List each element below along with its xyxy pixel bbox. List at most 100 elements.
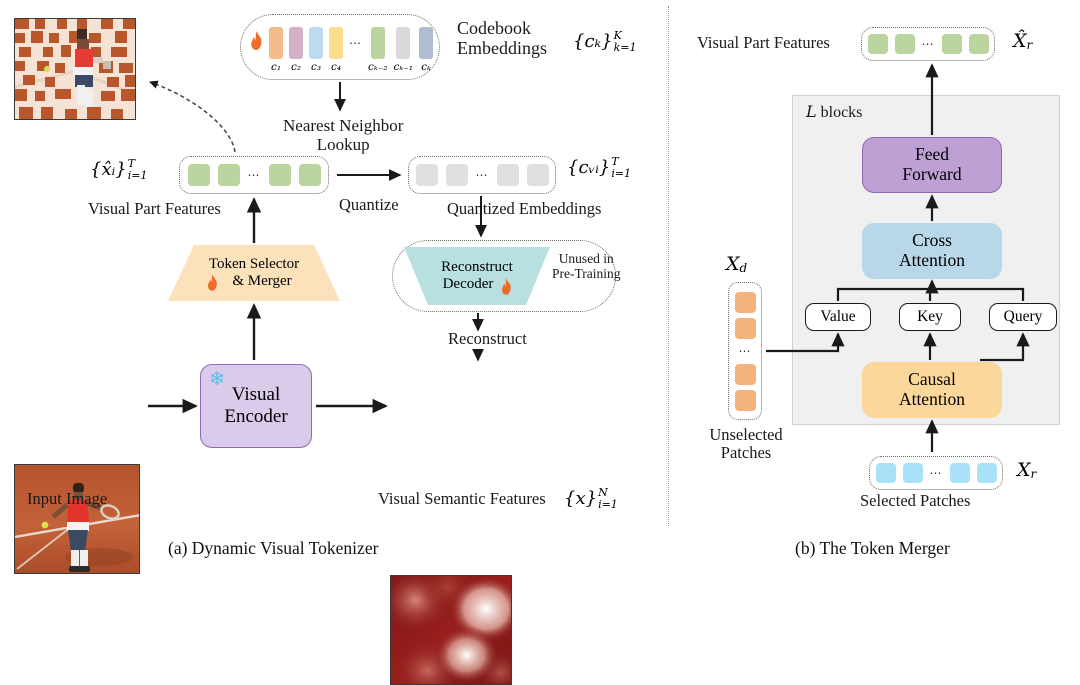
selected-notation-base: X <box>1017 459 1031 481</box>
visual-encoder-line1: Visual <box>231 384 281 406</box>
qe-notation-sub: i=1 <box>611 166 632 180</box>
codebook-chip <box>418 27 433 59</box>
token-selector-line2: & Merger <box>232 273 292 289</box>
reconstruct-note-line1: Unused in <box>558 251 614 266</box>
query-label: Query <box>1003 308 1043 326</box>
codebook-chip <box>396 27 411 59</box>
codebook-notation-sup: K <box>613 29 622 42</box>
codebook-chip-label: c₁ <box>270 61 282 73</box>
codebook-title: Codebook Embeddings <box>457 18 547 58</box>
flame-icon <box>249 31 264 54</box>
output-token <box>867 34 888 54</box>
selected-token <box>949 463 970 483</box>
codebook-embeddings-group: c₁ c₂ c₃ c₄ ⋯ cₖ₋₂ cₖ₋₁ cₖ <box>240 14 440 80</box>
reconstruct-note-line2: Pre-Training <box>552 266 621 282</box>
vpf-notation-sup: T <box>127 157 136 170</box>
reconstruct-label: Reconstruct <box>448 329 527 348</box>
snowflake-icon: ❄ <box>209 369 225 390</box>
token-ellipsis-icon: ⋯ <box>247 167 261 182</box>
codebook-notation: {cₖ} K k=1 <box>573 30 636 53</box>
feed-forward-line1: Feed <box>914 144 950 165</box>
vsf-notation-base: {x} <box>564 488 598 510</box>
reconstruct-decoder-text: Reconstruct Decoder <box>404 247 550 305</box>
l-blocks-text: blocks <box>816 104 863 121</box>
input-image-label: Input Image <box>27 489 108 508</box>
codebook-chip <box>289 27 303 59</box>
token-selector-merger-text: Token Selector & Merger <box>168 245 340 301</box>
qe-notation-base: {cᵥᵢ} <box>567 157 611 179</box>
reconstruct-decoder-note: Unused in Pre-Training <box>552 251 621 281</box>
unselected-label-line2: Patches <box>720 443 772 463</box>
output-token <box>894 34 915 54</box>
reconstruct-decoder: Reconstruct Decoder <box>404 247 550 305</box>
codebook-chip-label: c₂ <box>290 61 302 73</box>
nearest-neighbor-line1: Nearest Neighbor <box>283 116 404 135</box>
vsf-notation-sup: N <box>598 486 608 499</box>
cross-attention-block: Cross Attention <box>862 223 1002 279</box>
masked-image <box>14 18 136 120</box>
feature-token <box>187 164 210 186</box>
quantized-token <box>526 164 549 186</box>
nearest-neighbor-label: Nearest Neighbor Lookup <box>283 116 403 154</box>
panel-b-output-tokens: ⋯ <box>861 27 995 61</box>
visual-semantic-features-notation: {x} N i=1 <box>564 487 618 510</box>
feature-token <box>268 164 291 186</box>
selected-notation-sub: r <box>1030 467 1037 481</box>
figure-root: c₁ c₂ c₃ c₄ ⋯ cₖ₋₂ cₖ₋₁ cₖ Codebook Embe… <box>0 0 1080 685</box>
token-ellipsis-icon: ⋯ <box>738 343 752 358</box>
selected-token <box>976 463 997 483</box>
unselected-token <box>734 363 756 385</box>
unselected-label-line1: Unselected <box>709 425 783 444</box>
vpf-notation-base: {x̂ᵢ} <box>90 159 127 181</box>
selected-notation: X r <box>1017 459 1036 481</box>
token-ellipsis-icon: ⋯ <box>929 465 943 480</box>
codebook-notation-base: {cₖ} <box>573 31 613 53</box>
cross-attention-line2: Attention <box>898 250 966 270</box>
quantized-token <box>415 164 438 186</box>
codebook-title-line1: Codebook <box>457 18 531 38</box>
key-label: Key <box>917 308 943 326</box>
feature-token <box>298 164 321 186</box>
value-label: Value <box>820 308 856 326</box>
token-selector-merger: Token Selector & Merger <box>168 245 340 301</box>
qe-notation-sup: T <box>611 155 619 168</box>
quantized-embeddings-tokens: ⋯ <box>408 156 556 194</box>
codebook-chip <box>309 27 323 59</box>
codebook-chip-label: cₖ₋₁ <box>393 61 413 73</box>
vpf-notation-sub: i=1 <box>127 168 148 182</box>
causal-attention-line2: Attention <box>898 389 966 409</box>
codebook-chip-label: c₄ <box>330 61 342 73</box>
visual-part-features-tokens: ⋯ <box>179 156 329 194</box>
flame-icon <box>206 274 219 292</box>
codebook-chip <box>269 27 283 59</box>
panel-divider <box>668 6 669 526</box>
unselected-token <box>734 389 756 411</box>
token-ellipsis-icon: ⋯ <box>475 167 489 182</box>
flame-icon <box>500 278 513 296</box>
vsf-notation-sub: i=1 <box>598 497 618 511</box>
selected-token <box>875 463 896 483</box>
causal-attention-line1: Causal <box>908 369 956 390</box>
unselected-patches-label: Unselected Patches <box>700 425 792 463</box>
caption-a: (a) Dynamic Visual Tokenizer <box>168 538 379 558</box>
key-projection: Key <box>899 303 961 331</box>
input-image <box>14 464 140 574</box>
quantized-token <box>496 164 519 186</box>
panel-b-output-notation: X̂ r <box>1013 30 1032 52</box>
caption-b: (b) The Token Merger <box>795 538 950 558</box>
quantized-embeddings-notation: {cᵥᵢ} T i=1 <box>567 156 631 179</box>
codebook-chip-label: cₖ₋₂ <box>368 61 388 73</box>
output-notation-sub: r <box>1026 38 1033 52</box>
quantize-label: Quantize <box>339 195 399 214</box>
codebook-chip <box>370 27 385 59</box>
output-token <box>941 34 962 54</box>
codebook-chip-label: cₖ <box>421 61 431 73</box>
codebook-ellipsis-icon: ⋯ <box>349 35 362 50</box>
unselected-token <box>734 291 756 313</box>
causal-attention-block: Causal Attention <box>862 362 1002 418</box>
visual-semantic-features-label: Visual Semantic Features <box>378 489 546 508</box>
unselected-notation-base: X <box>726 253 740 275</box>
output-notation-base: X̂ <box>1013 30 1027 52</box>
selected-token <box>902 463 923 483</box>
quantized-token <box>445 164 468 186</box>
